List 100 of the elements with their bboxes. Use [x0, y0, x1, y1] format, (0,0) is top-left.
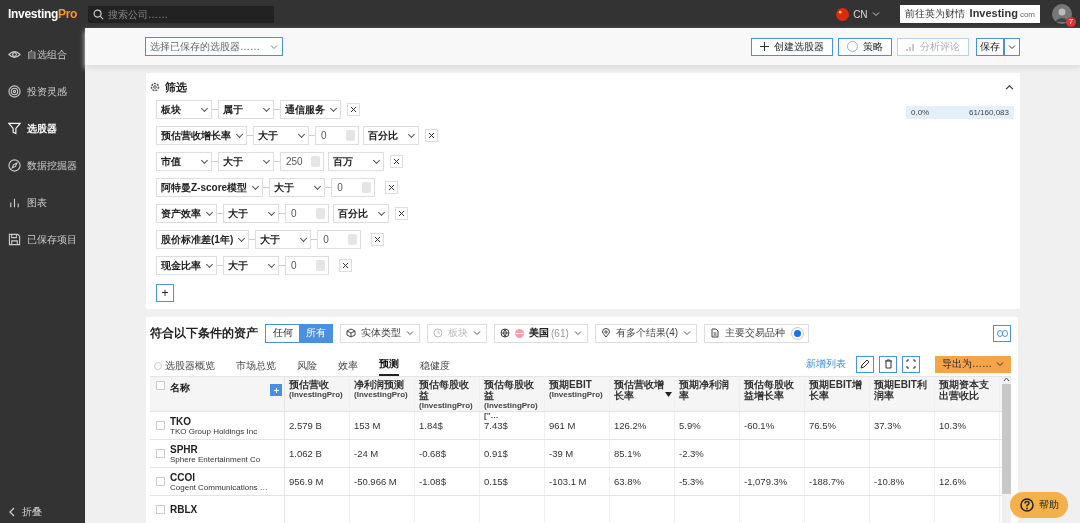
edit-button[interactable]: [856, 355, 874, 373]
column-header[interactable]: 预估营收 (InvestingPro): [289, 379, 347, 400]
table-cell: 956.9 M: [289, 476, 324, 487]
tab[interactable]: 选股器概览: [154, 354, 215, 376]
sidebar-item[interactable]: 投资灵感: [0, 73, 85, 110]
add-filter-button[interactable]: +: [156, 284, 174, 302]
caret-icon: [996, 360, 1004, 368]
column-header[interactable]: 名称: [170, 381, 190, 395]
tab[interactable]: 稳健度: [420, 354, 450, 376]
scroll-up-icon[interactable]: [1003, 377, 1010, 382]
remove-button[interactable]: [395, 207, 408, 220]
column-header[interactable]: 预期EBIT (InvestingPro): [549, 379, 607, 400]
criterion-dropdown[interactable]: 市值: [156, 152, 212, 171]
criterion-dropdown[interactable]: 阿特曼Z-score模型: [156, 178, 264, 197]
search-field[interactable]: 搜索公司……: [88, 5, 274, 23]
scrollbar-thumb[interactable]: [1002, 384, 1011, 494]
number-field[interactable]: 0: [285, 256, 329, 275]
brand-logo[interactable]: InvestingPro: [8, 7, 78, 21]
filter-chip[interactable]: 美国 (61): [494, 323, 588, 343]
criterion-dropdown[interactable]: 资产效率: [156, 204, 217, 223]
sidebar-item[interactable]: 已保存项目: [0, 221, 85, 258]
row-checkbox[interactable]: [156, 505, 165, 514]
filter-chip[interactable]: 实体类型: [340, 323, 420, 343]
ticker[interactable]: TKO: [170, 415, 258, 427]
sidebar-item[interactable]: 图表: [0, 184, 85, 221]
region-selector[interactable]: CN: [836, 7, 880, 21]
clock-icon: [433, 328, 443, 338]
column-header[interactable]: 预估营收增长率: [614, 379, 664, 401]
help-button[interactable]: 帮助: [1010, 492, 1068, 518]
sidebar-item[interactable]: 选股器: [0, 110, 85, 147]
column-header[interactable]: 预估每股收益 (InvestingPro) ["…: [484, 379, 542, 421]
remove-button[interactable]: [347, 103, 360, 116]
row-checkbox[interactable]: [156, 421, 165, 430]
row-checkbox[interactable]: [156, 477, 165, 486]
remove-button[interactable]: [390, 155, 403, 168]
save-button[interactable]: 保存: [976, 37, 1004, 56]
operator-dropdown[interactable]: 大于: [269, 178, 326, 197]
column-header[interactable]: 预期资本支出营收比: [939, 379, 997, 401]
operator-dropdown[interactable]: 属于: [218, 100, 274, 119]
value-dropdown[interactable]: 通信服务: [280, 100, 341, 119]
link-button[interactable]: [993, 324, 1011, 342]
operator-dropdown[interactable]: 大于: [253, 126, 309, 145]
number-field[interactable]: 0: [317, 230, 362, 249]
add-list-link[interactable]: 新增列表: [806, 357, 846, 371]
add-column-button[interactable]: [270, 384, 282, 396]
select-all-checkbox[interactable]: [156, 381, 165, 390]
operator-dropdown[interactable]: 大于: [223, 256, 279, 275]
caret-icon: [1008, 42, 1016, 51]
export-button[interactable]: 导出为……: [935, 355, 1011, 373]
row-checkbox[interactable]: [156, 449, 165, 458]
remove-button[interactable]: [385, 181, 399, 194]
ticker[interactable]: RBLX: [170, 504, 198, 515]
ticker[interactable]: SPHR: [170, 443, 261, 455]
column-header[interactable]: 预估每股收益增长率: [744, 379, 802, 401]
sidebar-item[interactable]: 自选组合: [0, 36, 85, 73]
criterion-dropdown[interactable]: 现金比率: [156, 256, 217, 275]
remove-button[interactable]: [425, 129, 438, 142]
unit-dropdown[interactable]: 百万: [328, 152, 384, 171]
remove-button[interactable]: [339, 259, 352, 272]
operator-dropdown[interactable]: 大于: [255, 230, 312, 249]
table-cell: 5.9%: [679, 420, 701, 431]
close-icon: [350, 106, 357, 113]
ticker[interactable]: CCOI: [170, 471, 268, 483]
collapse-button[interactable]: 折叠: [0, 501, 85, 523]
delete-button[interactable]: [879, 355, 897, 373]
site-link[interactable]: 前往英为财情 Investing com: [899, 5, 1040, 23]
tab[interactable]: 效率: [338, 354, 358, 376]
table-cell: 10.3%: [939, 420, 966, 431]
operator-dropdown[interactable]: 大于: [223, 204, 279, 223]
operator-dropdown[interactable]: 大于: [218, 152, 274, 171]
unit-dropdown[interactable]: 百分比: [363, 126, 419, 145]
table-cell: -1.08$: [419, 476, 446, 487]
toolbar-button[interactable]: 策略: [838, 37, 892, 56]
number-field[interactable]: 0: [331, 178, 376, 197]
fullscreen-button[interactable]: [902, 355, 920, 373]
sidebar-item[interactable]: 数据挖掘器: [0, 147, 85, 184]
avatar[interactable]: [1052, 4, 1072, 24]
unit-dropdown[interactable]: 百分比: [333, 204, 389, 223]
tab[interactable]: 风险: [297, 354, 317, 376]
column-header[interactable]: 预期净利润率: [679, 379, 737, 401]
column-header[interactable]: 预期EBIT增长率: [809, 379, 867, 401]
number-field[interactable]: 0: [315, 126, 359, 145]
number-field[interactable]: 250: [280, 152, 324, 171]
filter-chip[interactable]: 有多个结果(4): [594, 323, 698, 343]
column-header[interactable]: 净利润预测 (InvestingPro): [354, 379, 412, 400]
column-header[interactable]: 预期EBIT利润率: [874, 379, 932, 401]
filter-chip[interactable]: 主要交易品种: [704, 323, 810, 343]
radio-button[interactable]: [792, 327, 804, 339]
remove-button[interactable]: [371, 233, 385, 246]
save-menu-button[interactable]: [1004, 37, 1020, 56]
collapse-icon[interactable]: [1005, 82, 1014, 92]
criterion-dropdown[interactable]: 股价标准差(1年): [156, 230, 250, 249]
table-cell: 1.062 B: [289, 448, 322, 459]
criterion-dropdown[interactable]: 预估营收增长率: [156, 126, 247, 145]
criterion-dropdown[interactable]: 板块: [156, 100, 212, 119]
tab[interactable]: 市场总览: [236, 354, 276, 376]
number-field[interactable]: 0: [285, 204, 329, 223]
saved-screener-dropdown[interactable]: 选择已保存的选股器……: [145, 37, 283, 56]
column-header[interactable]: 预估每股收益 (InvestingPro): [419, 379, 477, 411]
toolbar-button[interactable]: 创建选股器: [751, 37, 833, 56]
